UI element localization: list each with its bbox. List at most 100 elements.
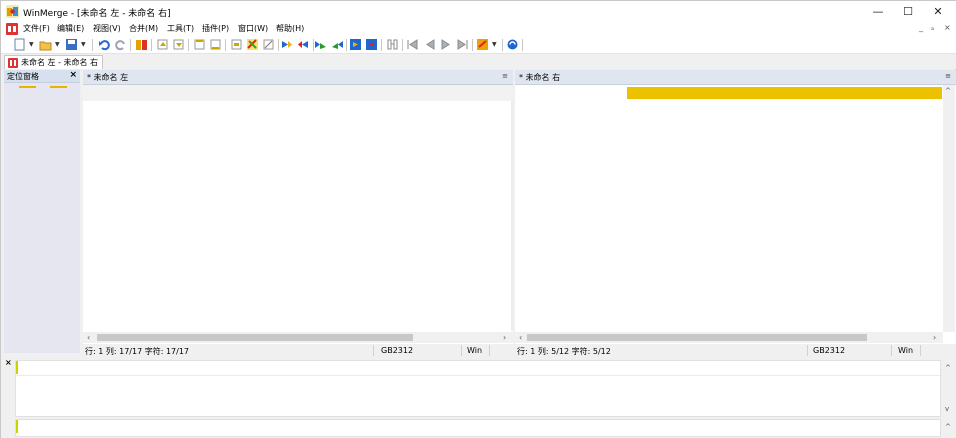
right-encoding[interactable]: GB2312 <box>813 346 845 355</box>
toolbar-separator <box>346 39 347 51</box>
document-icon[interactable] <box>6 23 18 35</box>
menu-bar: 文件(F) 编辑(E) 视图(V) 合并(M) 工具(T) 插件(P) 窗口(W… <box>1 22 956 36</box>
current-diff-icon[interactable] <box>230 38 243 51</box>
prev-diff-icon[interactable] <box>156 38 169 51</box>
save-dropdown-icon[interactable]: ▼ <box>81 41 86 48</box>
mdi-restore-button[interactable]: ₐ <box>931 23 934 32</box>
filter-icon[interactable] <box>262 38 275 51</box>
refresh-icon[interactable] <box>506 38 519 51</box>
detail-left-line <box>16 375 940 376</box>
copy-right-icon[interactable] <box>280 38 293 51</box>
right-scroll-right-arrow-icon[interactable]: › <box>933 333 936 342</box>
menu-plugins[interactable]: 插件(P) <box>202 23 229 34</box>
mdi-minimize-button[interactable]: _ <box>919 23 923 32</box>
copy-all-right-icon[interactable] <box>314 38 327 51</box>
mdi-close-button[interactable]: × <box>944 23 951 32</box>
plugin-icon[interactable] <box>476 38 489 51</box>
right-scroll-left-arrow-icon[interactable]: ‹ <box>519 333 522 342</box>
right-pane-menu-icon[interactable]: ≡ <box>945 72 951 80</box>
menu-file[interactable]: 文件(F) <box>23 23 50 34</box>
right-text-editor[interactable] <box>517 101 942 331</box>
minimize-button[interactable]: — <box>861 1 895 22</box>
status-divider <box>920 345 921 356</box>
maximize-button[interactable]: ☐ <box>891 1 925 22</box>
right-vertical-scrollbar[interactable]: ^ <box>943 85 955 332</box>
left-cursor-position: 行: 1 列: 17/17 字符: 17/17 <box>85 347 189 356</box>
status-divider <box>807 345 808 356</box>
undo-icon[interactable] <box>98 38 111 51</box>
detail-right-cursor <box>16 420 18 433</box>
compare-icon[interactable] <box>135 38 148 51</box>
left-horizontal-scrollbar[interactable]: ‹ › <box>83 332 513 343</box>
location-pane-close-button[interactable]: × <box>69 70 77 80</box>
toolbar-separator <box>381 39 382 51</box>
plugin-dropdown-icon[interactable]: ▼ <box>492 41 497 48</box>
bookmark-icon[interactable] <box>386 38 399 51</box>
diff-detail-area: × ^ v ^ <box>1 357 956 438</box>
left-scrollbar-thumb[interactable] <box>97 334 413 341</box>
left-eol[interactable]: Win <box>467 346 482 355</box>
toolbar-separator <box>92 39 93 51</box>
location-diff-marker-left[interactable] <box>19 86 36 88</box>
nav-prev-icon[interactable] <box>423 38 436 51</box>
left-vertical-divider <box>511 101 513 331</box>
document-tab[interactable]: 未命名 左 - 未命名 右 <box>4 55 104 69</box>
left-diff-pane: * 未命名 左 ≡ ‹ › <box>83 70 513 344</box>
detail-pane-left[interactable] <box>15 360 941 417</box>
last-diff-icon[interactable] <box>209 38 222 51</box>
nav-first-icon[interactable] <box>406 38 419 51</box>
winmerge-window: WinMerge - [未命名 左 - 未命名 右] — ☐ ✕ 文件(F) 编… <box>0 0 956 438</box>
merge-left-icon[interactable] <box>365 38 378 51</box>
left-pane-menu-icon[interactable]: ≡ <box>502 72 508 80</box>
toolbar-separator <box>151 39 152 51</box>
right-diff-highlight <box>627 87 942 99</box>
detail-scroll-up-arrow-icon[interactable]: ^ <box>945 364 951 372</box>
document-tab-icon <box>8 58 18 68</box>
nav-next-icon[interactable] <box>440 38 453 51</box>
merge-right-icon[interactable] <box>349 38 362 51</box>
close-button[interactable]: ✕ <box>921 1 955 22</box>
toolbar-separator <box>188 39 189 51</box>
status-divider <box>461 345 462 356</box>
left-encoding[interactable]: GB2312 <box>381 346 413 355</box>
nav-last-icon[interactable] <box>456 38 469 51</box>
open-dropdown-icon[interactable]: ▼ <box>55 41 60 48</box>
diff-detail-close-button[interactable]: × <box>5 358 12 367</box>
status-divider <box>891 345 892 356</box>
copy-left-icon[interactable] <box>297 38 310 51</box>
redo-icon[interactable] <box>114 38 127 51</box>
right-scrollbar-thumb[interactable] <box>527 334 867 341</box>
toolbar-separator <box>130 39 131 51</box>
left-scroll-left-arrow-icon[interactable]: ‹ <box>87 333 90 342</box>
menu-view[interactable]: 视图(V) <box>93 23 121 34</box>
copy-all-left-icon[interactable] <box>331 38 344 51</box>
right-cursor-position: 行: 1 列: 5/12 字符: 5/12 <box>517 347 611 356</box>
detail-pane-right[interactable] <box>15 419 941 437</box>
detail-scroll-down-arrow-icon[interactable]: v <box>945 405 949 413</box>
menu-tools[interactable]: 工具(T) <box>167 23 194 34</box>
save-icon[interactable] <box>65 38 78 51</box>
toolbar-separator <box>225 39 226 51</box>
toolbar-separator <box>522 39 523 51</box>
right-scroll-up-arrow-icon[interactable]: ^ <box>945 87 951 95</box>
diff-options-icon[interactable] <box>246 38 259 51</box>
detail-right-scroll-up-arrow-icon[interactable]: ^ <box>945 423 951 431</box>
menu-merge[interactable]: 合并(M) <box>129 23 158 34</box>
menu-help[interactable]: 帮助(H) <box>276 23 304 34</box>
document-tab-bar: 未命名 左 - 未命名 右 <box>1 54 956 69</box>
toolbar-separator <box>472 39 473 51</box>
right-status-bar: 行: 1 列: 5/12 字符: 5/12 GB2312 Win <box>515 344 956 357</box>
new-dropdown-icon[interactable]: ▼ <box>29 41 34 48</box>
right-horizontal-scrollbar[interactable]: ‹ › <box>515 332 943 343</box>
location-diff-marker-right[interactable] <box>50 86 67 88</box>
menu-edit[interactable]: 编辑(E) <box>57 23 84 34</box>
next-diff-icon[interactable] <box>172 38 185 51</box>
right-eol[interactable]: Win <box>898 346 913 355</box>
new-icon[interactable] <box>13 38 26 51</box>
first-diff-icon[interactable] <box>193 38 206 51</box>
menu-window[interactable]: 窗口(W) <box>238 23 268 34</box>
left-scroll-right-arrow-icon[interactable]: › <box>503 333 506 342</box>
left-text-editor[interactable] <box>85 101 509 331</box>
open-icon[interactable] <box>39 38 52 51</box>
left-pane-header: * 未命名 左 ≡ <box>83 70 513 85</box>
